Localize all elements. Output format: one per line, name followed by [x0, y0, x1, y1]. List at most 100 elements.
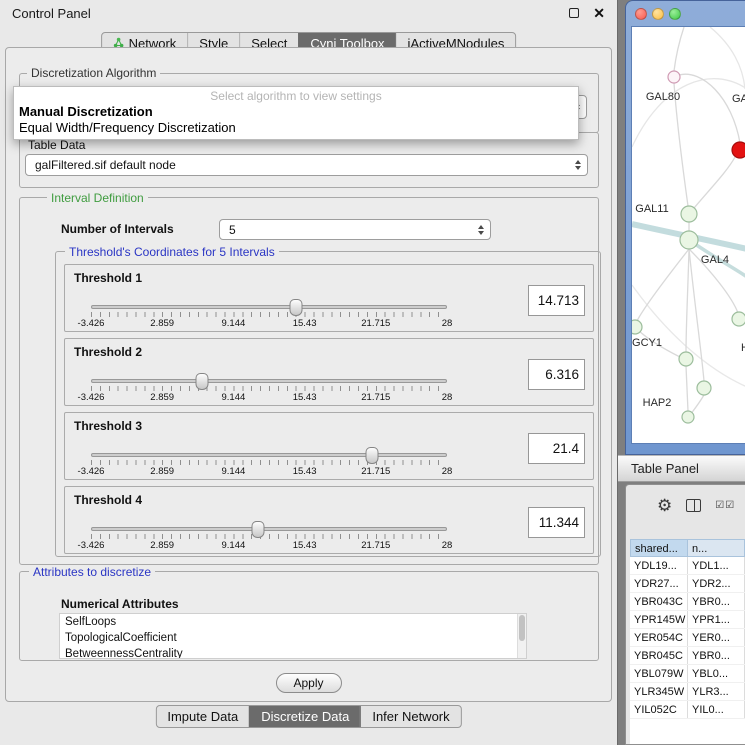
select-columns-icon[interactable]: ☑☑: [715, 500, 735, 511]
network-node[interactable]: [697, 381, 711, 395]
threshold-value-field[interactable]: 6.316: [528, 359, 585, 390]
table-cell[interactable]: YPR145W: [630, 611, 688, 628]
tick-label: 28: [442, 318, 453, 329]
node-label: H: [741, 342, 745, 354]
thresholds-group-title: Threshold's Coordinates for 5 Intervals: [65, 245, 279, 259]
gear-icon[interactable]: ⚙: [657, 497, 672, 514]
table-cell[interactable]: YBR045C: [630, 647, 688, 664]
slider-track[interactable]: [91, 453, 447, 457]
columns-icon[interactable]: [686, 499, 701, 512]
network-edge: [686, 249, 689, 352]
threshold-value-field[interactable]: 11.344: [528, 507, 585, 538]
network-node-selected[interactable]: [732, 142, 745, 158]
close-traffic-icon[interactable]: [635, 8, 647, 20]
table-row[interactable]: YLR345WYLR3...: [630, 683, 745, 701]
network-node[interactable]: [679, 352, 693, 366]
column-header-name[interactable]: n...: [688, 539, 745, 557]
table-header-row: shared... n...: [630, 539, 745, 557]
float-window-icon[interactable]: [569, 8, 579, 18]
table-cell[interactable]: YBL079W: [630, 665, 688, 682]
table-row[interactable]: YBL079WYBL0...: [630, 665, 745, 683]
table-cell[interactable]: YBR043C: [630, 593, 688, 610]
tab-label: Discretize Data: [261, 709, 349, 724]
network-edge: [689, 157, 735, 214]
tick-label: 28: [442, 540, 453, 551]
threshold-value-field[interactable]: 21.4: [528, 433, 585, 464]
table-cell[interactable]: YDR27...: [630, 575, 688, 592]
threshold-value-field[interactable]: 14.713: [528, 285, 585, 316]
column-header-shared-name[interactable]: shared...: [630, 539, 688, 557]
number-of-intervals-select[interactable]: 5: [219, 219, 491, 240]
control-panel-titlebar[interactable]: Control Panel ✕: [0, 0, 617, 26]
table-data-select[interactable]: galFiltered.sif default node: [25, 154, 588, 176]
attribute-item-topologicalcoefficient[interactable]: TopologicalCoefficient: [60, 630, 526, 646]
slider-track[interactable]: [91, 527, 447, 531]
slider-tick-labels: -3.4262.8599.14415.4321.71528: [91, 392, 447, 404]
table-cell[interactable]: YLR3...: [688, 683, 745, 700]
tick-label: 2.859: [150, 318, 174, 329]
list-scrollbar[interactable]: [517, 614, 526, 658]
attribute-item-selfloops[interactable]: SelfLoops: [60, 614, 526, 630]
scrollbar-thumb[interactable]: [519, 615, 525, 641]
network-node[interactable]: [680, 231, 698, 249]
tab-impute-data[interactable]: Impute Data: [156, 706, 249, 727]
attribute-item-betweennesscentrality[interactable]: BetweennessCentrality: [60, 646, 526, 659]
algorithm-placeholder: Select algorithm to view settings: [14, 87, 578, 104]
network-node[interactable]: [681, 206, 697, 222]
node-label: GCY1: [632, 337, 662, 349]
threshold-slider[interactable]: -3.4262.8599.14415.4321.71528: [91, 527, 447, 552]
slider-thumb[interactable]: [252, 521, 265, 538]
algorithm-option-equal-width-frequency-discretization[interactable]: Equal Width/Frequency Discretization: [14, 120, 578, 136]
attributes-group-title: Attributes to discretize: [29, 565, 155, 579]
table-cell[interactable]: YER0...: [688, 629, 745, 646]
network-node[interactable]: [732, 312, 745, 326]
network-node[interactable]: [632, 320, 642, 334]
slider-track[interactable]: [91, 305, 447, 309]
threshold-panel-2: Threshold 2-3.4262.8599.14415.4321.71528…: [64, 338, 594, 406]
table-cell[interactable]: YER054C: [630, 629, 688, 646]
table-cell[interactable]: YDR2...: [688, 575, 745, 592]
tab-discretize-data[interactable]: Discretize Data: [249, 706, 360, 727]
threshold-slider[interactable]: -3.4262.8599.14415.4321.71528: [91, 379, 447, 404]
table-cell[interactable]: YBR0...: [688, 593, 745, 610]
table-row[interactable]: YER054CYER0...: [630, 629, 745, 647]
table-row[interactable]: YBR045CYBR0...: [630, 647, 745, 665]
table-cell[interactable]: YDL19...: [630, 557, 688, 574]
table-cell[interactable]: YBR0...: [688, 647, 745, 664]
table-cell[interactable]: YPR1...: [688, 611, 745, 628]
table-cell[interactable]: YIL0...: [688, 701, 745, 718]
zoom-traffic-icon[interactable]: [669, 8, 681, 20]
interval-definition-title: Interval Definition: [47, 191, 148, 205]
table-cell[interactable]: YLR345W: [630, 683, 688, 700]
table-row[interactable]: YBR043CYBR0...: [630, 593, 745, 611]
slider-thumb[interactable]: [365, 447, 378, 464]
node-table: shared... n... YDL19...YDL1...YDR27...YD…: [630, 539, 745, 744]
threshold-slider[interactable]: -3.4262.8599.14415.4321.71528: [91, 453, 447, 478]
slider-track[interactable]: [91, 379, 447, 383]
table-cell[interactable]: YIL052C: [630, 701, 688, 718]
network-node[interactable]: [668, 71, 680, 83]
table-cell[interactable]: YDL1...: [688, 557, 745, 574]
threshold-slider[interactable]: -3.4262.8599.14415.4321.71528: [91, 305, 447, 330]
table-row[interactable]: YDL19...YDL1...: [630, 557, 745, 575]
table-cell[interactable]: YBL0...: [688, 665, 745, 682]
table-row[interactable]: YIL052CYIL0...: [630, 701, 745, 719]
table-row[interactable]: YDR27...YDR2...: [630, 575, 745, 593]
tab-infer-network[interactable]: Infer Network: [360, 706, 460, 727]
network-view-window[interactable]: GAL80 GA GAL11 GAL4 GCY1 HAP2 H: [625, 0, 745, 455]
table-panel-header[interactable]: Table Panel: [618, 455, 745, 482]
apply-button[interactable]: Apply: [275, 673, 341, 693]
tick-label: 2.859: [150, 466, 174, 477]
algorithm-option-manual-discretization[interactable]: Manual Discretization: [14, 104, 578, 120]
network-node[interactable]: [682, 411, 694, 423]
threshold-label: Threshold 1: [74, 271, 142, 285]
table-row[interactable]: YPR145WYPR1...: [630, 611, 745, 629]
minimize-traffic-icon[interactable]: [652, 8, 664, 20]
threshold-panel-4: Threshold 4-3.4262.8599.14415.4321.71528…: [64, 486, 594, 554]
numerical-attributes-list[interactable]: SelfLoopsTopologicalCoefficientBetweenne…: [59, 613, 527, 659]
slider-thumb[interactable]: [290, 299, 303, 316]
slider-ticks: [91, 312, 447, 317]
network-canvas[interactable]: GAL80 GA GAL11 GAL4 GCY1 HAP2 H: [631, 26, 745, 444]
close-icon[interactable]: ✕: [593, 6, 605, 20]
slider-thumb[interactable]: [195, 373, 208, 390]
